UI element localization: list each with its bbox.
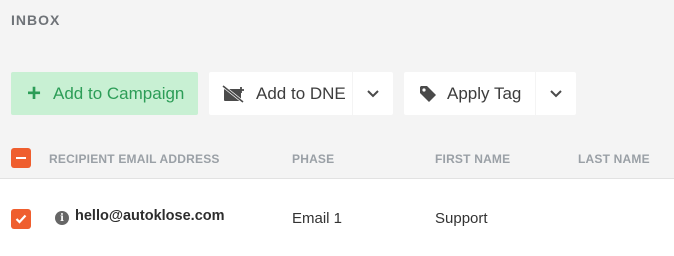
plus-icon: + (27, 79, 42, 107)
page-title: INBOX (11, 12, 61, 28)
add-to-dne-button[interactable]: Add to DNE (209, 72, 352, 115)
minus-icon (16, 157, 26, 159)
add-to-dne-label: Add to DNE (256, 83, 346, 103)
info-icon[interactable]: i (55, 211, 69, 225)
column-header-last-name[interactable]: LAST NAME (578, 152, 650, 166)
column-header-phase[interactable]: PHASE (292, 152, 334, 166)
tag-icon (419, 85, 437, 103)
row-checkbox[interactable] (11, 209, 31, 229)
add-to-campaign-button[interactable]: + Add to Campaign (11, 72, 198, 115)
apply-tag-dropdown[interactable] (536, 72, 576, 115)
recipient-phase: Email 1 (292, 210, 343, 227)
apply-tag-label: Apply Tag (447, 83, 522, 103)
column-header-email[interactable]: RECIPIENT EMAIL ADDRESS (49, 152, 220, 166)
chevron-down-icon (367, 89, 379, 97)
apply-tag-button[interactable]: Apply Tag (404, 72, 535, 115)
recipient-email[interactable]: hello@autoklose.com (75, 208, 225, 224)
select-all-checkbox[interactable] (11, 148, 31, 168)
column-header-first-name[interactable]: FIRST NAME (435, 152, 510, 166)
add-to-campaign-label: Add to Campaign (53, 83, 185, 103)
add-to-dne-dropdown[interactable] (353, 72, 393, 115)
chevron-down-icon (550, 89, 562, 97)
recipient-first-name: Support (435, 210, 488, 227)
checkmark-icon (15, 214, 27, 224)
block-user-icon (222, 84, 246, 103)
